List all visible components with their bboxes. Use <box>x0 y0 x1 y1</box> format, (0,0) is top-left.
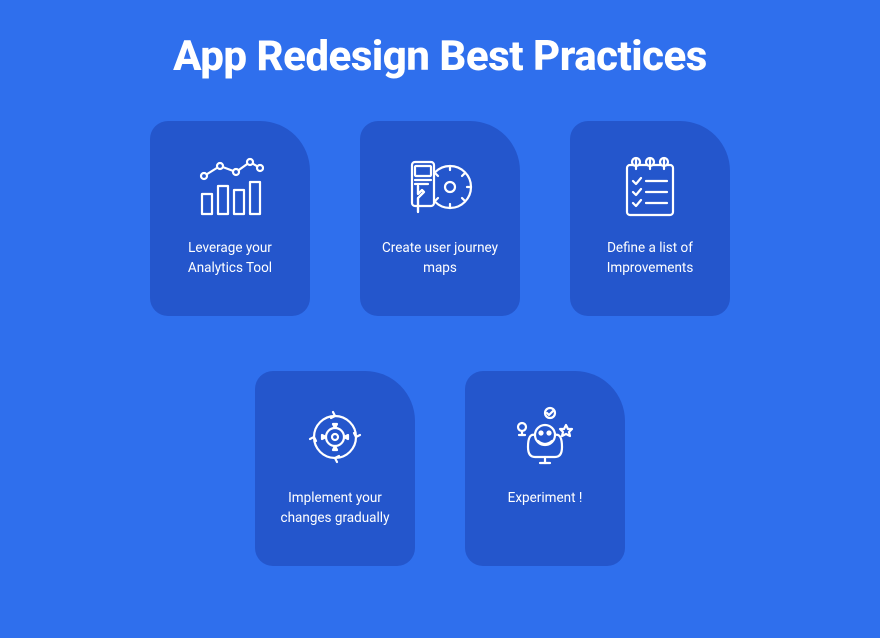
card-label: Create user journey maps <box>374 239 506 278</box>
card-label: Leverage your Analytics Tool <box>164 239 296 278</box>
card-label: Define a list of Improvements <box>584 239 716 278</box>
page-title: App Redesign Best Practices <box>0 0 880 121</box>
card-label: Implement your changes gradually <box>269 489 401 528</box>
card-grid: Leverage your Analytics Tool <box>0 121 880 566</box>
card-row-2: Implement your changes gradually <box>255 371 625 566</box>
card-journey-maps: Create user journey maps <box>360 121 520 316</box>
journey-map-icon <box>404 151 476 223</box>
card-row-1: Leverage your Analytics Tool <box>150 121 730 316</box>
card-improvements-list: Define a list of Improvements <box>570 121 730 316</box>
card-gradual-changes: Implement your changes gradually <box>255 371 415 566</box>
improvements-list-icon <box>614 151 686 223</box>
analytics-chart-icon <box>194 151 266 223</box>
card-label: Experiment ! <box>506 489 585 509</box>
gradual-change-icon <box>299 401 371 473</box>
card-analytics: Leverage your Analytics Tool <box>150 121 310 316</box>
card-experiment: Experiment ! <box>465 371 625 566</box>
experiment-icon <box>509 401 581 473</box>
